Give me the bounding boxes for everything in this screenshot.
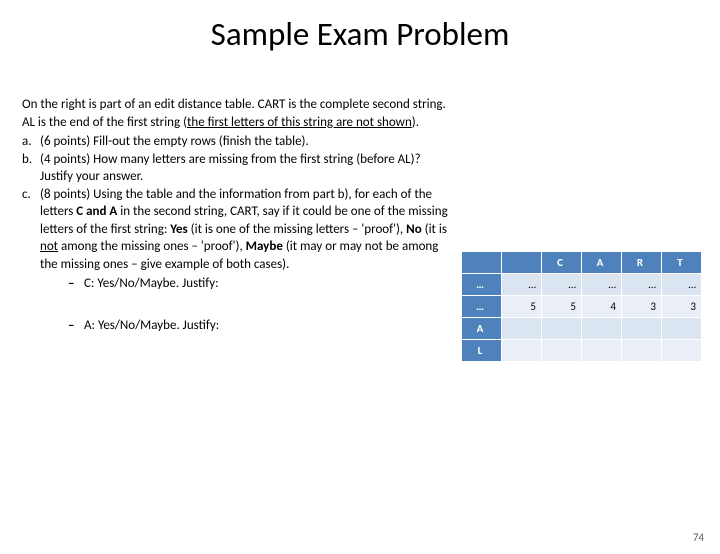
sub-c: – C: Yes/No/Maybe. Justify: <box>68 275 453 293</box>
cell: … <box>582 274 622 296</box>
cell: 3 <box>622 296 662 318</box>
hdr-0 <box>462 252 502 274</box>
hdr-T: T <box>662 252 702 274</box>
page-title: Sample Exam Problem <box>0 14 720 54</box>
hdr-A: A <box>582 252 622 274</box>
dash-icon: – <box>68 275 84 293</box>
sub-a: – A: Yes/No/Maybe. Justify: <box>68 317 453 335</box>
label-a: a. <box>22 133 40 151</box>
table: C A R T … … … … … … … 5 5 4 3 3 <box>461 251 702 362</box>
cell <box>662 318 702 340</box>
body-b: (4 points) How many letters are missing … <box>40 151 453 186</box>
cell <box>622 340 662 362</box>
cell <box>542 340 582 362</box>
row2-label: … <box>462 296 502 318</box>
cell <box>542 318 582 340</box>
page-number: 74 <box>693 531 704 544</box>
body-a: (6 points) Fill-out the empty rows (fini… <box>40 133 453 151</box>
hdr-1 <box>502 252 542 274</box>
body-c: (8 points) Using the table and the infor… <box>40 186 453 293</box>
cell <box>622 318 662 340</box>
content-row: On the right is part of an edit distance… <box>0 96 720 362</box>
c-t8: not <box>40 239 58 254</box>
row4-label: L <box>462 340 502 362</box>
table-row: A <box>462 318 702 340</box>
dash-icon: – <box>68 317 84 335</box>
hdr-C: C <box>542 252 582 274</box>
cell: 3 <box>662 296 702 318</box>
c-t10: Maybe <box>246 239 283 254</box>
cell: 5 <box>542 296 582 318</box>
cell: … <box>502 274 542 296</box>
c-t2: C and A <box>76 204 117 219</box>
intro-text: On the right is part of an edit distance… <box>22 96 453 131</box>
label-c: c. <box>22 186 40 293</box>
cell <box>662 340 702 362</box>
hdr-R: R <box>622 252 662 274</box>
c-t6: No <box>406 222 422 237</box>
table-row: … 5 5 4 3 3 <box>462 296 702 318</box>
row1-label: … <box>462 274 502 296</box>
item-a: a. (6 points) Fill-out the empty rows (f… <box>22 133 453 151</box>
table-row: L <box>462 340 702 362</box>
c-t5: (it is one of the missing letters – 'pro… <box>188 222 406 237</box>
cell <box>582 318 622 340</box>
cell: … <box>542 274 582 296</box>
cell <box>502 340 542 362</box>
sub-c-text: C: Yes/No/Maybe. Justify: <box>84 275 219 293</box>
sub-a-text: A: Yes/No/Maybe. Justify: <box>84 317 219 335</box>
c-t9: among the missing ones – 'proof'), <box>58 239 246 254</box>
cell <box>502 318 542 340</box>
cell: … <box>622 274 662 296</box>
cell <box>582 340 622 362</box>
row3-label: A <box>462 318 502 340</box>
edit-distance-table: C A R T … … … … … … … 5 5 4 3 3 <box>461 251 702 362</box>
c-t4: Yes <box>170 222 187 237</box>
cell: … <box>662 274 702 296</box>
cell: 5 <box>502 296 542 318</box>
label-b: b. <box>22 151 40 186</box>
cell: 4 <box>582 296 622 318</box>
c-t7: (it is <box>422 222 447 237</box>
item-b: b. (4 points) How many letters are missi… <box>22 151 453 186</box>
table-row: … … … … … … <box>462 274 702 296</box>
intro-t3: ). <box>412 115 419 130</box>
item-c: c. (8 points) Using the table and the in… <box>22 186 453 293</box>
prose-block: On the right is part of an edit distance… <box>22 96 453 335</box>
table-header-row: C A R T <box>462 252 702 274</box>
intro-t2: the first letters of this string are not… <box>187 115 412 130</box>
